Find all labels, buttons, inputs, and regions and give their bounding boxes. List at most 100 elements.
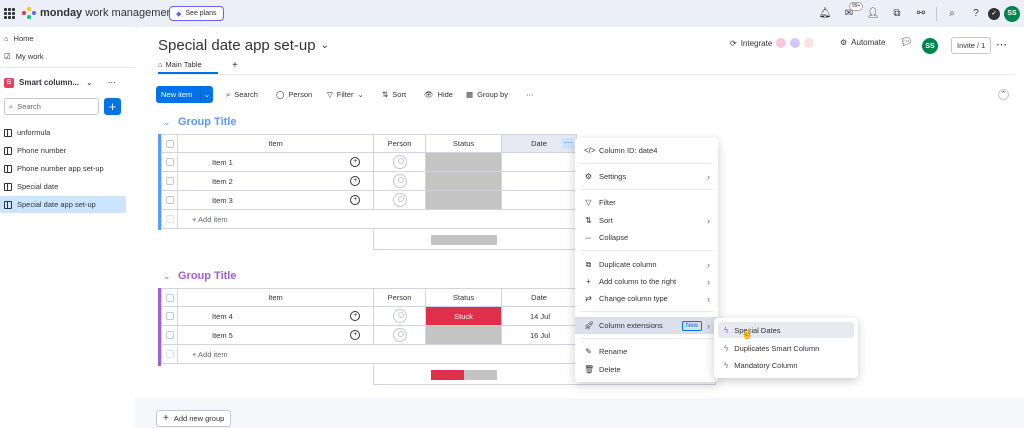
menu-item-settings[interactable]: ⚙ Settings › — [575, 168, 718, 185]
table-row[interactable]: Item 1 + — [161, 152, 577, 172]
add-view-icon[interactable]: + — [232, 60, 238, 71]
add-update-icon[interactable]: + — [350, 311, 361, 321]
submenu-item-special-dates[interactable]: ϟ Special Dates — [718, 322, 854, 338]
group-collapse-icon[interactable]: ⌄ — [163, 117, 171, 128]
more-options-icon[interactable]: ⋯ — [996, 38, 1007, 51]
sort-button[interactable]: ⇅ Sort — [382, 86, 406, 103]
menu-item-change-column-type[interactable]: ⇄ Change column type › — [575, 290, 718, 307]
apps-marketplace-icon[interactable]: ⧉ — [885, 5, 909, 22]
more-toolbar-icon[interactable]: ⋯ — [526, 86, 534, 103]
menu-item-column-id[interactable]: </> Column ID: date4 — [575, 142, 718, 159]
person-filter-button[interactable]: ◯ Person — [276, 86, 312, 103]
row-checkbox[interactable] — [165, 177, 174, 185]
table-row[interactable]: Item 4 + Stuck 14 Jul — [161, 306, 577, 326]
invite-members-icon[interactable]: 👤︎ — [861, 5, 885, 22]
menu-item-column-extensions[interactable]: 🚀︎ Column extensions New › — [575, 317, 718, 334]
add-item-input[interactable]: + Add item — [177, 209, 577, 229]
item-name[interactable]: Item 4 — [177, 306, 338, 326]
apps-grid-icon[interactable] — [4, 8, 15, 19]
menu-item-sort[interactable]: ⇅ Sort › — [575, 212, 718, 229]
date-cell[interactable]: 16 Jul — [501, 325, 577, 345]
add-board-button[interactable]: + — [104, 98, 121, 115]
menu-item-duplicate-column[interactable]: ⧉ Duplicate column › — [575, 256, 718, 273]
status-cell[interactable] — [425, 171, 502, 191]
submenu-item-duplicates-smart-column[interactable]: ϟ Duplicates Smart Column — [718, 340, 854, 356]
menu-item-filter[interactable]: ▽ Filter — [575, 194, 718, 211]
group-title[interactable]: Group Title — [178, 116, 236, 128]
comments-icon[interactable]: 💬︎ — [900, 37, 913, 48]
table-row[interactable]: Item 5 + 16 Jul — [161, 325, 577, 345]
column-header-person[interactable]: Person — [373, 134, 426, 153]
group-collapse-icon[interactable]: ⌄ — [163, 271, 171, 282]
search-button[interactable]: ⌕ Search — [226, 86, 258, 103]
tab-main-table[interactable]: ⌂ Main Table — [158, 60, 202, 69]
brand-name[interactable]: monday work management — [40, 7, 176, 19]
new-item-button[interactable]: New item ⌄ — [156, 86, 213, 103]
add-update-icon[interactable]: + — [350, 157, 361, 167]
column-header-date[interactable]: Date ⋯ — [501, 134, 577, 153]
menu-item-rename[interactable]: ✎ Rename — [575, 343, 718, 360]
board-title[interactable]: Special date app set-up ⌄ — [158, 37, 329, 54]
add-item-row[interactable]: + Add item — [161, 209, 577, 229]
integrate-button[interactable]: ⟳ Integrate — [730, 38, 815, 48]
sidebar-search-input[interactable]: ⌕ Search — [4, 98, 99, 115]
group-by-button[interactable]: ▦ Group by — [466, 86, 508, 103]
column-header-item[interactable]: Item — [177, 288, 374, 307]
menu-item-delete[interactable]: 🗑︎ Delete — [575, 361, 718, 378]
person-avatar-icon[interactable] — [392, 193, 407, 207]
more-options-icon[interactable]: ⋯ — [108, 78, 116, 87]
add-update-icon[interactable]: + — [350, 195, 361, 205]
column-header-item[interactable]: Item — [177, 134, 374, 153]
chevron-down-icon[interactable]: ⌄ — [321, 40, 329, 51]
item-name[interactable]: Item 5 — [177, 325, 338, 345]
person-avatar-icon[interactable] — [392, 328, 407, 342]
help-icon[interactable]: ? — [964, 5, 988, 22]
inbox-icon[interactable]: ✉ 99+ — [837, 2, 864, 22]
add-item-row[interactable]: + Add item — [161, 344, 577, 364]
board-member-avatar[interactable]: SS — [922, 38, 938, 54]
person-avatar-icon[interactable] — [392, 174, 407, 188]
add-new-group-button[interactable]: + Add new group — [156, 410, 232, 427]
group-title[interactable]: Group Title — [178, 270, 236, 282]
item-name[interactable]: Item 3 — [177, 190, 338, 210]
add-update-icon[interactable]: + — [350, 176, 361, 186]
account-logo-icon[interactable]: ✓ — [988, 7, 1000, 20]
row-checkbox[interactable] — [165, 158, 174, 166]
menu-item-collapse[interactable]: ⇔ Collapse — [575, 229, 718, 246]
status-cell[interactable] — [425, 152, 502, 172]
bell-icon[interactable]: 🔔︎ — [813, 5, 837, 22]
see-plans-button[interactable]: ◆ See plans — [169, 6, 224, 21]
invite-button[interactable]: Invite / 1 — [951, 37, 992, 54]
status-cell[interactable] — [425, 325, 502, 345]
add-update-icon[interactable]: + — [350, 330, 361, 340]
table-row[interactable]: Item 2 + — [161, 171, 577, 191]
status-cell[interactable]: Stuck — [425, 306, 502, 326]
submenu-item-mandatory-column[interactable]: ϟ Mandatory Column — [718, 357, 854, 373]
integrations-icon[interactable]: ⚯ — [909, 5, 933, 22]
sidebar-board-item-active[interactable]: Special date app set-up — [0, 196, 126, 213]
add-item-input[interactable]: + Add item — [177, 344, 577, 364]
chevron-down-icon[interactable]: ⌄ — [357, 90, 363, 99]
chevron-down-icon[interactable]: ⌄ — [200, 86, 213, 103]
collapse-header-icon[interactable]: ⌃ — [998, 89, 1009, 100]
sidebar-board-item[interactable]: Phone number app set-up — [0, 160, 130, 177]
sidebar-item-home[interactable]: ⌂ Home — [0, 30, 130, 47]
select-all-checkbox[interactable] — [161, 288, 178, 307]
item-name[interactable]: Item 2 — [177, 171, 338, 191]
item-name[interactable]: Item 1 — [177, 152, 338, 172]
workspace-selector[interactable]: S Smart column... ⌄ ⋯ — [0, 74, 130, 91]
sidebar-item-my-work[interactable]: ☑ My work — [0, 48, 130, 65]
row-checkbox[interactable] — [165, 312, 174, 320]
person-avatar-icon[interactable] — [392, 309, 407, 323]
sidebar-board-item[interactable]: unformula — [0, 124, 130, 141]
user-avatar[interactable]: SS — [1004, 5, 1020, 22]
date-cell[interactable] — [501, 190, 577, 210]
column-header-date[interactable]: Date — [501, 288, 577, 307]
row-checkbox[interactable] — [165, 331, 174, 339]
date-cell[interactable] — [501, 152, 577, 172]
menu-item-add-column-right[interactable]: + Add column to the right › — [575, 273, 718, 290]
column-header-status[interactable]: Status — [425, 288, 502, 307]
automate-button[interactable]: ⚙ Automate — [840, 38, 885, 47]
date-cell[interactable]: 14 Jul — [501, 306, 577, 326]
select-all-checkbox[interactable] — [161, 134, 178, 153]
